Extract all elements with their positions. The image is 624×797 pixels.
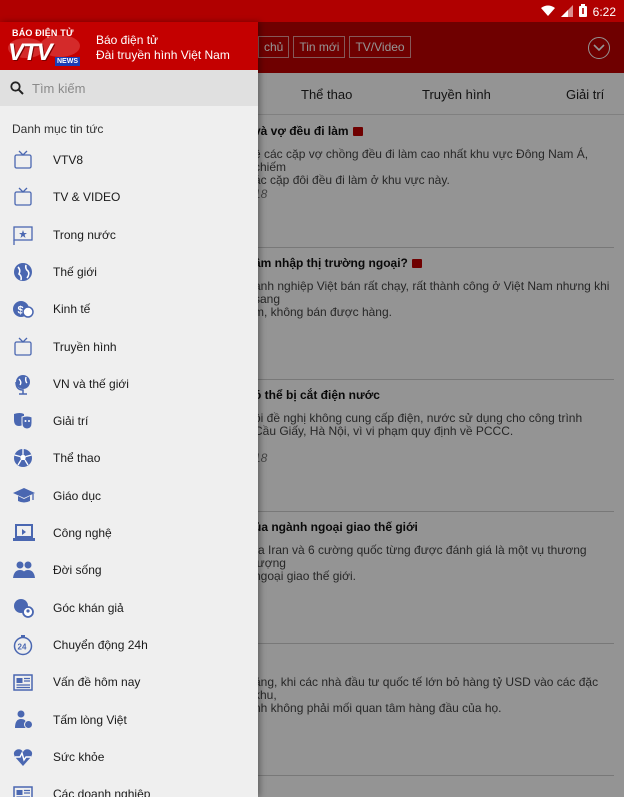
sidebar-item[interactable]: Đời sống: [0, 551, 258, 588]
sidebar-item[interactable]: Góc khán giả: [0, 589, 258, 626]
masks-icon: [12, 410, 36, 432]
newspaper-icon: [12, 783, 36, 797]
sidebar-item[interactable]: Thể thao: [0, 439, 258, 476]
sidebar-item-label: VTV8: [53, 153, 84, 167]
sidebar-item[interactable]: Thế giới: [0, 253, 258, 290]
sidebar-item[interactable]: Vấn đề hôm nay: [0, 663, 258, 700]
logo-news-badge: NEWS: [55, 57, 80, 66]
sidebar-item-label: Góc khán giả: [53, 600, 124, 615]
money-icon: $: [12, 298, 36, 320]
sidebar-item[interactable]: Truyền hình: [0, 328, 258, 365]
sidebar-item-label: Giải trí: [53, 414, 89, 429]
sidebar-item-label: Truyền hình: [53, 339, 117, 354]
sidebar-item-label: TV & VIDEO: [53, 190, 121, 205]
sidebar-item-label: Chuyển động 24h: [53, 637, 148, 652]
wifi-icon: [540, 5, 555, 20]
brand-subtitle: Đài truyền hình Việt Nam: [96, 48, 230, 62]
globe-icon: [12, 261, 36, 283]
navigation-drawer: BÁO ĐIỆN TỬ VTV NEWS Báo điện tử Đài tru…: [0, 22, 258, 797]
sidebar-item[interactable]: $ Kinh tế: [0, 290, 258, 327]
vtv-news-logo[interactable]: BÁO ĐIỆN TỬ VTV NEWS: [4, 26, 86, 68]
search-bar: [0, 70, 258, 106]
sidebar-item[interactable]: Trong nước: [0, 216, 258, 253]
sidebar-item[interactable]: Giải trí: [0, 402, 258, 439]
sidebar-item-label: Vấn đề hôm nay: [53, 675, 141, 690]
newspaper-icon: [12, 671, 36, 693]
sidebar-item-label: Kinh tế: [53, 302, 91, 317]
flag-icon: [12, 224, 36, 246]
tv-icon: [12, 186, 36, 208]
graduation-cap-icon: [12, 485, 36, 507]
svg-text:24: 24: [18, 642, 27, 651]
logo-vtv-text: VTV: [8, 39, 53, 66]
section-title: Danh mục tin tức: [12, 122, 104, 136]
heart-pulse-icon: [12, 746, 36, 768]
battery-icon: [578, 4, 587, 20]
app-screen: 6:22 chủ Tin mới TV/Video Thể thao Truyề…: [0, 0, 624, 797]
sidebar-item[interactable]: 24 Chuyển động 24h: [0, 626, 258, 663]
laptop-icon: [12, 522, 36, 544]
sidebar-item[interactable]: Tấm lòng Việt: [0, 701, 258, 738]
search-icon: [10, 81, 24, 100]
sidebar-item-label: Thể thao: [53, 451, 101, 466]
sidebar-item-label: Công nghệ: [53, 526, 112, 540]
sidebar-item[interactable]: VN và thế giới: [0, 365, 258, 402]
sidebar-item-label: Thế giới: [53, 264, 97, 279]
sidebar-item[interactable]: Sức khỏe: [0, 738, 258, 775]
soccer-ball-icon: [12, 447, 36, 469]
timer-24-icon: 24: [12, 634, 36, 656]
tv-icon: [12, 336, 36, 358]
drawer-header: BÁO ĐIỆN TỬ VTV NEWS Báo điện tử Đài tru…: [0, 22, 258, 70]
search-input[interactable]: [32, 78, 242, 98]
sidebar-item-label: Sức khỏe: [53, 749, 105, 764]
status-bar: 6:22: [0, 0, 624, 22]
sidebar-item-label: Tấm lòng Việt: [53, 712, 127, 727]
sidebar-item-label: Đời sống: [53, 563, 102, 578]
audience-icon: [12, 597, 36, 619]
sidebar-item-label: Giáo dục: [53, 488, 102, 503]
signal-icon: [560, 4, 573, 20]
sidebar-item-label: Các doanh nghiệp: [53, 787, 151, 797]
sidebar-item[interactable]: Công nghệ: [0, 514, 258, 551]
sidebar-item[interactable]: TV & VIDEO: [0, 178, 258, 215]
charity-icon: [12, 709, 36, 731]
sidebar-item[interactable]: Giáo dục: [0, 477, 258, 514]
sidebar-item-label: VN và thế giới: [53, 376, 129, 391]
logo-top-text: BÁO ĐIỆN TỬ: [12, 28, 74, 38]
people-icon: [12, 559, 36, 581]
globe-stand-icon: [12, 373, 36, 395]
sidebar-item-label: Trong nước: [53, 227, 116, 242]
tv-icon: [12, 149, 36, 171]
brand-title: Báo điện tử: [96, 33, 159, 47]
sidebar-item[interactable]: Các doanh nghiệp: [0, 775, 258, 797]
sidebar-item[interactable]: VTV8: [0, 141, 258, 178]
status-time: 6:22: [592, 5, 616, 19]
